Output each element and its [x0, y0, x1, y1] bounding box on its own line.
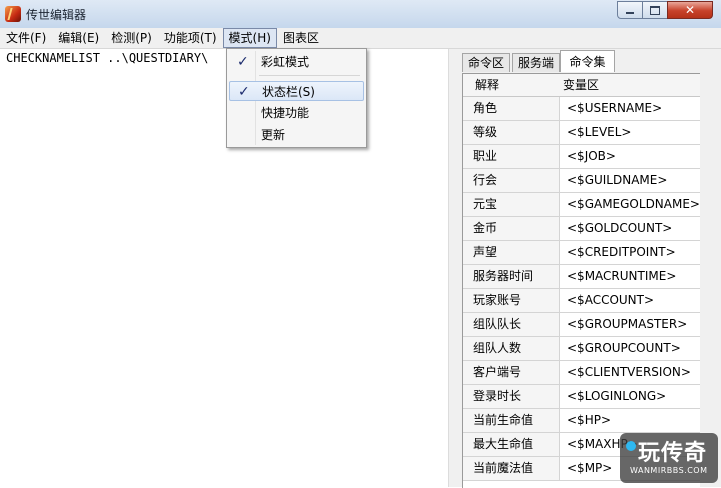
row-variable: <$USERNAME>	[567, 101, 663, 115]
table-row[interactable]: 等级 <$LEVEL>	[463, 121, 701, 145]
menu-edit[interactable]: 编辑(E)	[52, 28, 105, 48]
maximize-button[interactable]	[642, 1, 668, 19]
row-description: 当前生命值	[463, 409, 560, 432]
row-description: 职业	[463, 145, 560, 168]
checkmark-icon: ✓	[238, 84, 250, 100]
row-description: 等级	[463, 121, 560, 144]
script-editor[interactable]: CHECKNAMELIST ..\QUESTDIARY\	[0, 49, 448, 487]
maximize-icon	[650, 5, 660, 15]
menu-charts[interactable]: 图表区	[277, 28, 325, 48]
table-row[interactable]: 玩家账号 <$ACCOUNT>	[463, 289, 701, 313]
tab-command-set[interactable]: 命令集	[560, 50, 615, 72]
table-scrollbar[interactable]	[700, 73, 717, 487]
row-variable: <$HP>	[567, 413, 612, 427]
row-variable: <$LEVEL>	[567, 125, 632, 139]
table-row[interactable]: 金币 <$GOLDCOUNT>	[463, 217, 701, 241]
minimize-icon	[626, 12, 634, 14]
row-variable: <$GAMEGOLDNAME>	[567, 197, 700, 211]
row-description: 声望	[463, 241, 560, 264]
table-row[interactable]: 登录时长 <$LOGINLONG>	[463, 385, 701, 409]
row-variable: <$JOB>	[567, 149, 616, 163]
table-header: 解释 变量区	[463, 74, 701, 97]
row-description: 服务器时间	[463, 265, 560, 288]
editor-line: CHECKNAMELIST ..\QUESTDIARY\	[6, 51, 209, 65]
app-logo-icon	[5, 6, 21, 22]
window-title: 传世编辑器	[26, 8, 87, 22]
row-description: 组队人数	[463, 337, 560, 360]
close-icon: ✕	[684, 3, 696, 17]
row-description: 最大生命值	[463, 433, 560, 456]
row-description: 组队队长	[463, 313, 560, 336]
row-description: 元宝	[463, 193, 560, 216]
menu-option-rainbow-mode[interactable]: ✓ 彩虹模式	[229, 52, 364, 72]
row-variable: <$GROUPCOUNT>	[567, 341, 681, 355]
table-row[interactable]: 组队队长 <$GROUPMASTER>	[463, 313, 701, 337]
menu-option-status-bar[interactable]: ✓ 状态栏(S)	[229, 81, 364, 101]
menu-separator	[259, 75, 360, 76]
table-row[interactable]: 客户端号 <$CLIENTVERSION>	[463, 361, 701, 385]
row-variable: <$MACRUNTIME>	[567, 269, 677, 283]
row-description: 客户端号	[463, 361, 560, 384]
tab-command-area[interactable]: 命令区	[462, 53, 510, 72]
row-description: 行会	[463, 169, 560, 192]
table-row[interactable]: 当前生命值 <$HP>	[463, 409, 701, 433]
row-description: 角色	[463, 97, 560, 120]
menu-mode[interactable]: 模式(H)	[222, 28, 277, 48]
row-variable: <$CLIENTVERSION>	[567, 365, 691, 379]
row-variable: <$GUILDNAME>	[567, 173, 668, 187]
menu-option-update[interactable]: 更新	[229, 125, 364, 145]
tab-server[interactable]: 服务端	[512, 53, 560, 72]
column-header-variable[interactable]: 变量区	[563, 74, 599, 96]
menu-bar: 文件(F) 编辑(E) 检测(P) 功能项(T) 模式(H) 图表区	[0, 28, 721, 49]
table-row[interactable]: 元宝 <$GAMEGOLDNAME>	[463, 193, 701, 217]
watermark-logo: 玩传奇 WANMIRBBS.COM	[620, 433, 718, 483]
menu-check[interactable]: 检测(P)	[105, 28, 158, 48]
row-description: 玩家账号	[463, 289, 560, 312]
row-description: 金币	[463, 217, 560, 240]
table-row[interactable]: 组队人数 <$GROUPCOUNT>	[463, 337, 701, 361]
table-row[interactable]: 声望 <$CREDITPOINT>	[463, 241, 701, 265]
row-variable: <$CREDITPOINT>	[567, 245, 676, 259]
table-row[interactable]: 行会 <$GUILDNAME>	[463, 169, 701, 193]
logo-dot-icon	[626, 441, 636, 451]
checkmark-icon: ✓	[237, 54, 249, 70]
row-description: 登录时长	[463, 385, 560, 408]
table-row[interactable]: 服务器时间 <$MACRUNTIME>	[463, 265, 701, 289]
row-variable: <$MP>	[567, 461, 613, 475]
mode-dropdown-menu: ✓ 彩虹模式 ✓ 状态栏(S) 快捷功能 更新	[226, 48, 367, 148]
row-variable: <$ACCOUNT>	[567, 293, 655, 307]
table-row[interactable]: 角色 <$USERNAME>	[463, 97, 701, 121]
menu-file[interactable]: 文件(F)	[0, 28, 52, 48]
row-variable: <$GROUPMASTER>	[567, 317, 688, 331]
row-variable: <$GOLDCOUNT>	[567, 221, 673, 235]
minimize-button[interactable]	[617, 1, 643, 19]
row-description: 当前魔法值	[463, 457, 560, 480]
table-row[interactable]: 职业 <$JOB>	[463, 145, 701, 169]
menu-functions[interactable]: 功能项(T)	[158, 28, 223, 48]
variable-table: 解释 变量区 角色 <$USERNAME> 等级 <$LEVEL> 职业 <$JOB> 行会…	[462, 73, 701, 488]
menu-option-shortcuts[interactable]: 快捷功能	[229, 103, 364, 123]
column-header-description[interactable]: 解释	[475, 74, 499, 96]
title-bar: 传世编辑器 ✕	[0, 0, 721, 29]
close-button[interactable]: ✕	[667, 1, 713, 19]
row-variable: <$LOGINLONG>	[567, 389, 667, 403]
right-panel: 命令区 服务端 命令集 解释 变量区 角色 <$USERNAME> 等级 <$LEVE…	[456, 49, 721, 488]
